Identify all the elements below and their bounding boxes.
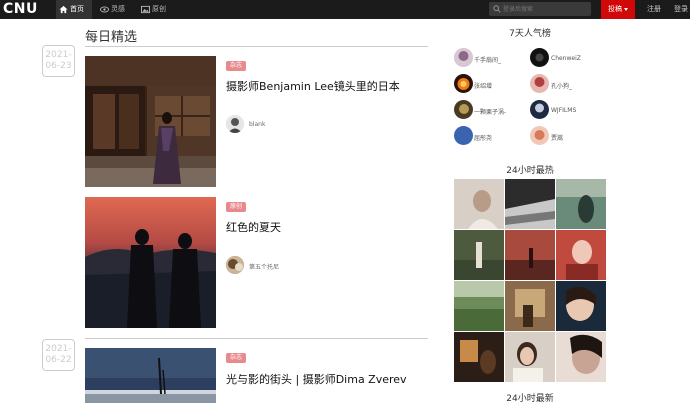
grid-photo[interactable] [556,179,606,229]
date-year: 2021- [45,50,72,60]
section-divider [85,46,428,47]
hot-24h-title: 24小时最热 [506,166,554,176]
avatar[interactable] [530,100,549,119]
ranking-user-name[interactable]: WJFILMS [551,107,576,114]
post-tag[interactable]: 杂志 [226,353,247,363]
post-thumbnail[interactable] [85,56,216,187]
ranking-user-name[interactable]: 孔小狗_ [551,81,572,90]
nav-home[interactable]: 首页 [56,0,92,19]
ranking-title: 7天人气榜 [509,29,551,39]
nav-inspiration[interactable]: 灵感 [97,0,131,19]
post-thumbnail[interactable] [85,197,216,328]
post-title[interactable]: 光与影的街头 | 摄影师Dima Zverev [226,371,407,387]
chevron-down-icon [624,7,628,11]
grid-photo[interactable] [454,230,504,280]
nav-inspiration-label: 灵感 [111,5,125,13]
avatar[interactable] [454,100,473,119]
ranking-user-name[interactable]: ChenweiZ [551,55,581,62]
grid-photo[interactable] [505,281,555,331]
grid-photo[interactable] [556,332,606,382]
ranking-avatar-image [454,126,473,145]
grid-photo-image [505,332,555,382]
section-title-daily-picks: 每日精选 [85,30,138,45]
grid-photo-image [454,179,504,229]
nav-original-label: 原创 [152,5,166,13]
grid-photo[interactable] [505,332,555,382]
post-photo-street [85,56,216,187]
post-thumbnail[interactable] [85,348,216,403]
post-title[interactable]: 摄影师Benjamin Lee镜头里的日本 [226,78,400,94]
post-title[interactable]: 红色的夏天 [226,219,281,235]
register-link[interactable]: 注册 [647,0,661,19]
date-day: 06-22 [45,355,72,365]
grid-photo[interactable] [454,332,504,382]
grid-photo-image [505,179,555,229]
grid-photo[interactable] [454,281,504,331]
image-icon [141,5,150,14]
ranking-avatar-image [454,48,473,67]
grid-photo-image [505,281,555,331]
ranking-user-name[interactable]: 千手扇间_ [474,55,501,64]
author-avatar-image [226,256,244,274]
post-tag[interactable]: 杂志 [226,61,247,71]
post-photo-couple-sunset [85,197,216,328]
avatar[interactable] [454,48,473,67]
ranking-avatar-image [530,100,549,119]
ranking-user-name[interactable]: 屈彤尧 [474,133,492,142]
ranking-avatar-image [454,74,473,93]
top-navigation-bar: CNU 首页 灵感 原创 投稿 注册 登录 [0,0,690,19]
grid-photo[interactable] [556,230,606,280]
grid-photo-image [454,281,504,331]
date-badge: 2021- 06-23 [42,45,75,77]
grid-photo[interactable] [556,281,606,331]
avatar[interactable] [530,126,549,145]
ranking-user-name[interactable]: 贾嵩 [551,133,563,142]
grid-photo-image [556,281,606,331]
ranking-user-name[interactable]: 一颗栗子涡- [474,107,506,116]
login-link[interactable]: 登录 [674,0,688,19]
date-badge: 2021- 06-22 [42,339,75,371]
site-logo[interactable]: CNU [3,0,38,19]
ranking-avatar-image [530,74,549,93]
nav-original[interactable]: 原创 [138,0,172,19]
avatar[interactable] [226,115,244,133]
search-input[interactable] [503,2,589,16]
submit-post-button[interactable]: 投稿 [601,0,635,19]
submit-post-label: 投稿 [608,5,622,13]
author-name[interactable]: blank [249,121,265,128]
grid-photo[interactable] [505,179,555,229]
ranking-user-name[interactable]: 张绍增 [474,81,492,90]
post-tag[interactable]: 原创 [226,202,247,212]
grid-photo-image [505,230,555,280]
grid-photo-image [556,230,606,280]
grid-photo-image [454,332,504,382]
post-photo-street-light [85,348,216,403]
ranking-avatar-image [454,100,473,119]
grid-photo-image [454,230,504,280]
hot-photo-grid [454,179,606,383]
avatar[interactable] [530,74,549,93]
ranking-avatar-image [530,48,549,67]
ranking-avatar-image [530,126,549,145]
latest-24h-title: 24小时最新 [506,394,554,403]
avatar[interactable] [454,126,473,145]
author-avatar-image [226,115,244,133]
grid-photo-image [556,179,606,229]
search-icon [493,5,501,13]
avatar[interactable] [226,256,244,274]
author-name[interactable]: 第五个托尼 [249,262,279,271]
nav-home-label: 首页 [70,5,84,13]
avatar[interactable] [530,48,549,67]
post-divider [85,338,428,339]
avatar[interactable] [454,74,473,93]
grid-photo[interactable] [454,179,504,229]
home-icon [59,5,68,14]
grid-photo-image [556,332,606,382]
search-box[interactable] [489,2,591,16]
date-year: 2021- [45,344,72,354]
eye-icon [100,6,109,13]
grid-photo[interactable] [505,230,555,280]
date-day: 06-23 [45,61,72,71]
